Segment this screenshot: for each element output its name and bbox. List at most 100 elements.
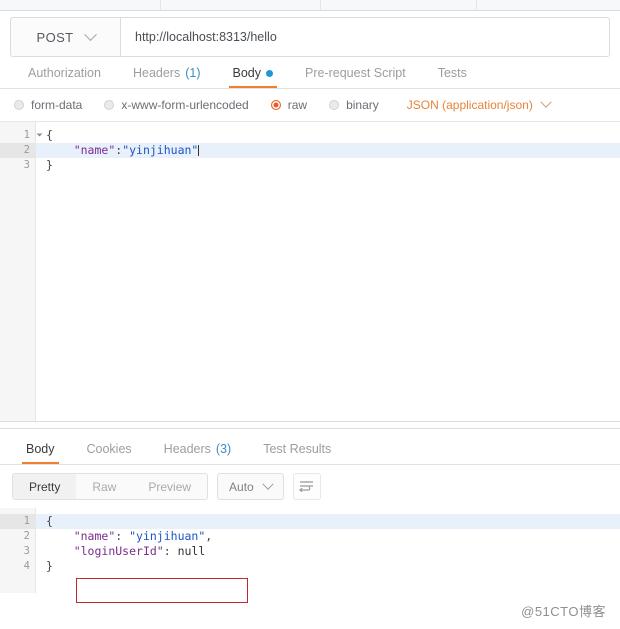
tab-label: Headers	[163, 442, 211, 456]
tab-label: Tests	[437, 66, 467, 80]
line-number: 1	[0, 128, 43, 143]
strip-seam	[476, 0, 477, 10]
line-number-text: 3	[23, 545, 30, 557]
radio-label: raw	[287, 98, 308, 112]
wrap-lines-button[interactable]	[292, 473, 321, 500]
response-tab-body[interactable]: Body	[10, 442, 71, 464]
line-number: 1	[0, 514, 43, 529]
tab-label: Headers	[132, 66, 181, 80]
line-number-text: 3	[23, 159, 30, 171]
line-number: 2	[0, 143, 35, 158]
response-body-editor[interactable]: 1 2 3 4 { "name": "yinjihuan", "loginUse…	[0, 508, 620, 593]
code-line: {	[36, 514, 620, 529]
radio-icon	[14, 100, 24, 110]
panel-divider[interactable]	[0, 422, 620, 429]
tab-count: (3)	[215, 442, 232, 456]
window-top-strip	[0, 0, 620, 11]
view-mode-label: Raw	[92, 479, 117, 494]
radio-label: form-data	[31, 98, 83, 112]
view-mode-label: Preview	[148, 479, 192, 494]
line-number: 3	[0, 158, 35, 173]
view-mode-group: Pretty Raw Preview	[12, 473, 209, 500]
wrap-lines-icon	[299, 481, 314, 493]
view-mode-pretty[interactable]: Pretty	[13, 474, 77, 499]
radio-icon-selected	[270, 100, 281, 110]
line-number-text: 2	[23, 530, 30, 542]
tab-tests[interactable]: Tests	[422, 66, 483, 88]
json-key: "name"	[73, 143, 116, 157]
tab-pre-request-script[interactable]: Pre-request Script	[289, 66, 422, 88]
method-label: POST	[36, 29, 74, 45]
tab-label: Body	[232, 66, 262, 80]
json-colon: :	[115, 529, 130, 543]
code-line: "name":"yinjihuan"	[36, 143, 620, 158]
response-code[interactable]: { "name": "yinjihuan", "loginUserId": nu…	[36, 508, 620, 593]
json-colon: :	[163, 544, 178, 558]
response-tab-test-results[interactable]: Test Results	[247, 442, 347, 464]
request-tabs: Authorization Headers (1) Body Pre-reque…	[0, 57, 620, 89]
json-key: "loginUserId"	[73, 544, 164, 558]
code-line: }	[36, 158, 620, 173]
response-tabs: Body Cookies Headers (3) Test Results	[0, 429, 620, 465]
json-comma: ,	[205, 529, 213, 543]
line-number-text: 1	[23, 129, 30, 141]
json-value: null	[177, 544, 206, 558]
json-brace: {	[46, 514, 53, 528]
line-number: 2	[0, 529, 35, 544]
json-key: "name"	[73, 529, 116, 543]
tab-headers[interactable]: Headers (1)	[117, 66, 217, 88]
text-caret	[198, 145, 200, 156]
radio-icon	[104, 100, 115, 110]
response-panel: Body Cookies Headers (3) Test Results Pr…	[0, 429, 620, 593]
radio-form-data[interactable]: form-data	[14, 98, 82, 112]
tab-body[interactable]: Body	[217, 66, 290, 88]
line-number-text: 4	[23, 560, 30, 572]
tab-label: Pre-request Script	[305, 66, 406, 80]
radio-binary[interactable]: binary	[329, 98, 379, 112]
request-panel: POST http://localhost:8313/hello Authori…	[0, 11, 620, 422]
watermark: @51CTO博客	[521, 604, 606, 619]
content-type-label: JSON (application/json)	[406, 98, 533, 112]
code-line: {	[36, 128, 620, 143]
radio-label: binary	[346, 98, 379, 112]
method-selector[interactable]: POST	[10, 17, 120, 57]
url-row: POST http://localhost:8313/hello	[0, 11, 620, 57]
line-number: 4	[0, 559, 35, 574]
strip-seam	[160, 0, 161, 10]
json-brace: }	[46, 559, 53, 573]
tab-count: (1)	[185, 66, 201, 80]
code-line: "loginUserId": null	[36, 544, 620, 559]
line-number: 3	[0, 544, 35, 559]
chevron-down-icon	[540, 96, 552, 108]
tab-label: Cookies	[86, 442, 132, 456]
radio-label: x-www-form-urlencoded	[121, 98, 249, 112]
format-selector[interactable]: Auto	[217, 473, 284, 500]
tab-label: Body	[26, 442, 55, 456]
chevron-down-icon	[262, 478, 274, 490]
view-mode-label: Pretty	[29, 479, 61, 494]
chevron-down-icon	[83, 27, 97, 41]
request-body-editor[interactable]: 1 2 3 { "name":"yinjihuan" }	[0, 122, 620, 422]
radio-raw[interactable]: raw	[270, 98, 308, 112]
json-value: "yinjihuan"	[129, 529, 206, 543]
request-code[interactable]: { "name":"yinjihuan" }	[36, 122, 620, 421]
response-tab-cookies[interactable]: Cookies	[71, 442, 148, 464]
tab-authorization[interactable]: Authorization	[12, 66, 117, 88]
request-gutter: 1 2 3	[0, 122, 43, 421]
strip-seam	[320, 0, 321, 10]
body-mode-row: form-data x-www-form-urlencoded raw bina…	[0, 89, 620, 122]
content-type-selector[interactable]: JSON (application/json)	[406, 96, 552, 112]
response-gutter: 1 2 3 4	[0, 508, 43, 593]
view-mode-preview[interactable]: Preview	[132, 474, 207, 499]
body-modified-dot-icon	[266, 69, 273, 77]
code-line: }	[36, 559, 620, 574]
code-line: "name": "yinjihuan",	[36, 529, 620, 544]
tab-label: Test Results	[263, 442, 332, 456]
url-input[interactable]: http://localhost:8313/hello	[120, 17, 610, 57]
tab-label: Authorization	[28, 66, 101, 80]
view-mode-raw[interactable]: Raw	[76, 474, 132, 499]
response-toolbar: Pretty Raw Preview Auto	[0, 465, 620, 508]
response-tab-headers[interactable]: Headers (3)	[148, 442, 248, 464]
radio-x-www-form-urlencoded[interactable]: x-www-form-urlencoded	[104, 98, 249, 112]
json-brace: }	[46, 158, 53, 172]
